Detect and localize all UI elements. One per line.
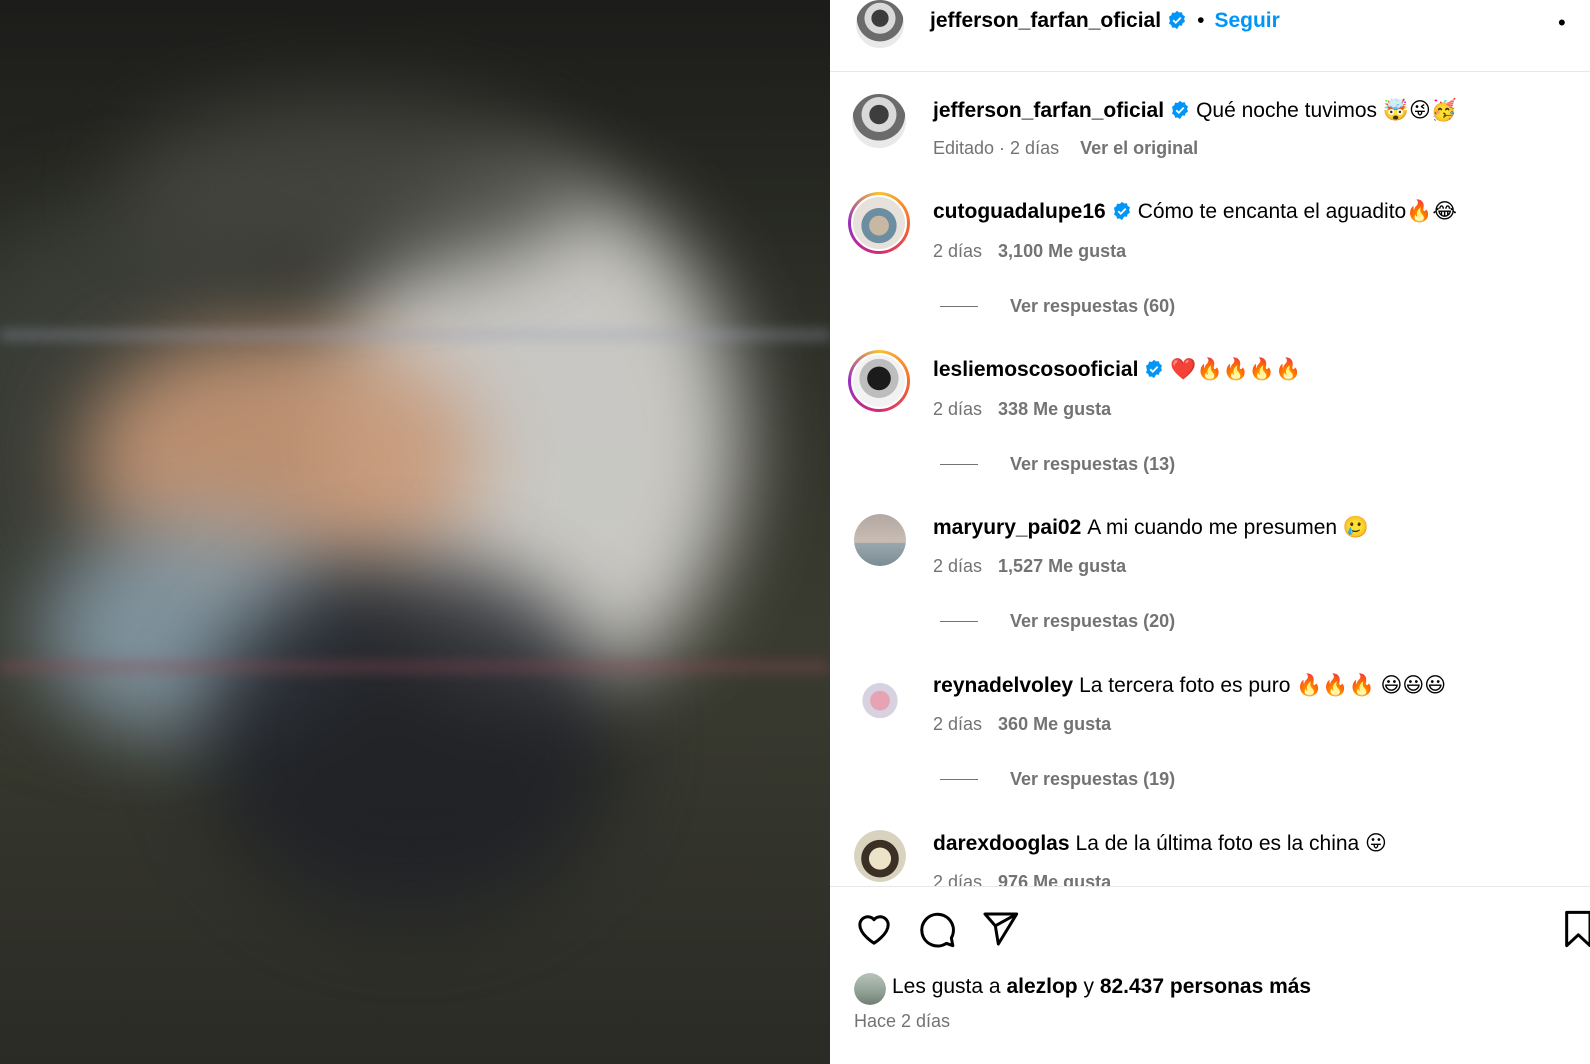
comment-likes[interactable]: 338 Me gusta [998, 399, 1111, 419]
commenter-avatar[interactable] [848, 350, 910, 412]
comment-username[interactable]: lesliemoscosooficial [933, 358, 1138, 381]
comment-text: Cómo te encanta el aguadito🔥😂 [1137, 200, 1457, 223]
comment-item: cutoguadalupe16 Cómo te encanta el aguadi… [830, 192, 1590, 332]
comment-item: darexdooglas La de la última foto es la c… [830, 826, 1590, 886]
verified-icon [1146, 359, 1163, 379]
caption-text: Qué noche tuvimos 🤯😜🥳 [1196, 99, 1458, 122]
comment-likes[interactable]: 3,100 Me gusta [998, 241, 1126, 261]
heart-icon[interactable] [854, 909, 894, 949]
comment-username[interactable]: cutoguadalupe16 [933, 200, 1106, 223]
separator-dot: • [1197, 9, 1205, 32]
post-actions: Les gusta a alezlop y 82.437 personas má… [830, 886, 1590, 1064]
liker-username[interactable]: alezlop [1006, 975, 1077, 998]
comment-icon[interactable] [917, 909, 957, 949]
comment-time: 2 días [933, 399, 983, 419]
comment-time: 2 días [933, 241, 983, 261]
view-replies-button[interactable]: Ver respuestas (13) [940, 454, 1175, 475]
post-image[interactable] [0, 0, 830, 1064]
commenter-avatar[interactable] [854, 672, 906, 724]
view-replies-button[interactable]: Ver respuestas (19) [940, 769, 1175, 790]
comment-text: La tercera foto es puro 🔥🔥🔥 😃😃😃 [1079, 674, 1447, 697]
comment-text: ❤️🔥🔥🔥🔥 [1170, 358, 1302, 381]
bookmark-icon[interactable] [1560, 909, 1590, 949]
comment-time: 2 días [933, 714, 983, 734]
edited-label: Editado · 2 días [933, 138, 1060, 158]
comment-likes[interactable]: 360 Me gusta [998, 714, 1111, 734]
commenter-avatar[interactable] [854, 514, 906, 566]
commenter-avatar[interactable] [848, 192, 910, 254]
verified-icon [1172, 100, 1189, 120]
comment-item: lesliemoscosooficial ❤️🔥🔥🔥🔥 2 días 338 Me … [830, 350, 1590, 490]
image-blur-dark [200, 560, 620, 920]
comment-item: maryury_pai02 A mi cuando me presumen 🥲 2… [830, 510, 1590, 650]
comment-item: reynadelvoley La tercera foto es puro 🔥🔥🔥… [830, 668, 1590, 808]
author-avatar[interactable] [850, 92, 908, 150]
comment-likes[interactable]: 1,527 Me gusta [998, 556, 1126, 576]
image-streak [0, 330, 830, 340]
caption-username[interactable]: jefferson_farfan_oficial [933, 99, 1164, 122]
post-header: jefferson_farfan_oficial • Seguir • [830, 0, 1590, 72]
likes-prefix: Les gusta a [892, 975, 1001, 998]
verified-icon [1169, 10, 1186, 30]
comment-text: A mi cuando me presumen 🥲 [1087, 516, 1370, 539]
comment-username[interactable]: reynadelvoley [933, 674, 1073, 697]
verified-icon [1113, 201, 1130, 221]
view-replies-button[interactable]: Ver respuestas (20) [940, 611, 1175, 632]
more-icon[interactable]: • [1558, 10, 1566, 36]
comment-username[interactable]: maryury_pai02 [933, 516, 1081, 539]
likes-summary: Les gusta a alezlop y 82.437 personas má… [892, 975, 1311, 999]
comment-likes[interactable]: 976 Me gusta [998, 872, 1111, 886]
post-side-panel: jefferson_farfan_oficial • Seguir • jeffer… [830, 0, 1590, 1064]
liker-avatar[interactable] [854, 973, 886, 1005]
image-streak [0, 660, 830, 674]
commenter-avatar[interactable] [854, 830, 906, 882]
post-timestamp: Hace 2 días [854, 1011, 951, 1031]
caption: jefferson_farfan_oficial Qué noche tuvimo… [830, 92, 1590, 172]
author-username[interactable]: jefferson_farfan_oficial [930, 9, 1161, 32]
comment-time: 2 días [933, 556, 983, 576]
likes-others[interactable]: 82.437 personas más [1100, 975, 1311, 998]
likes-conj: y [1083, 975, 1094, 998]
view-replies-button[interactable]: Ver respuestas (60) [940, 296, 1175, 317]
comment-username[interactable]: darexdooglas [933, 832, 1070, 855]
comment-text: La de la última foto es la china 😛 [1075, 832, 1387, 855]
follow-button[interactable]: Seguir [1214, 9, 1279, 32]
share-icon[interactable] [980, 909, 1020, 949]
see-original-link[interactable]: Ver el original [1080, 138, 1198, 158]
image-blur-top [120, 100, 580, 280]
author-avatar[interactable] [854, 0, 906, 50]
comment-time: 2 días [933, 872, 983, 886]
